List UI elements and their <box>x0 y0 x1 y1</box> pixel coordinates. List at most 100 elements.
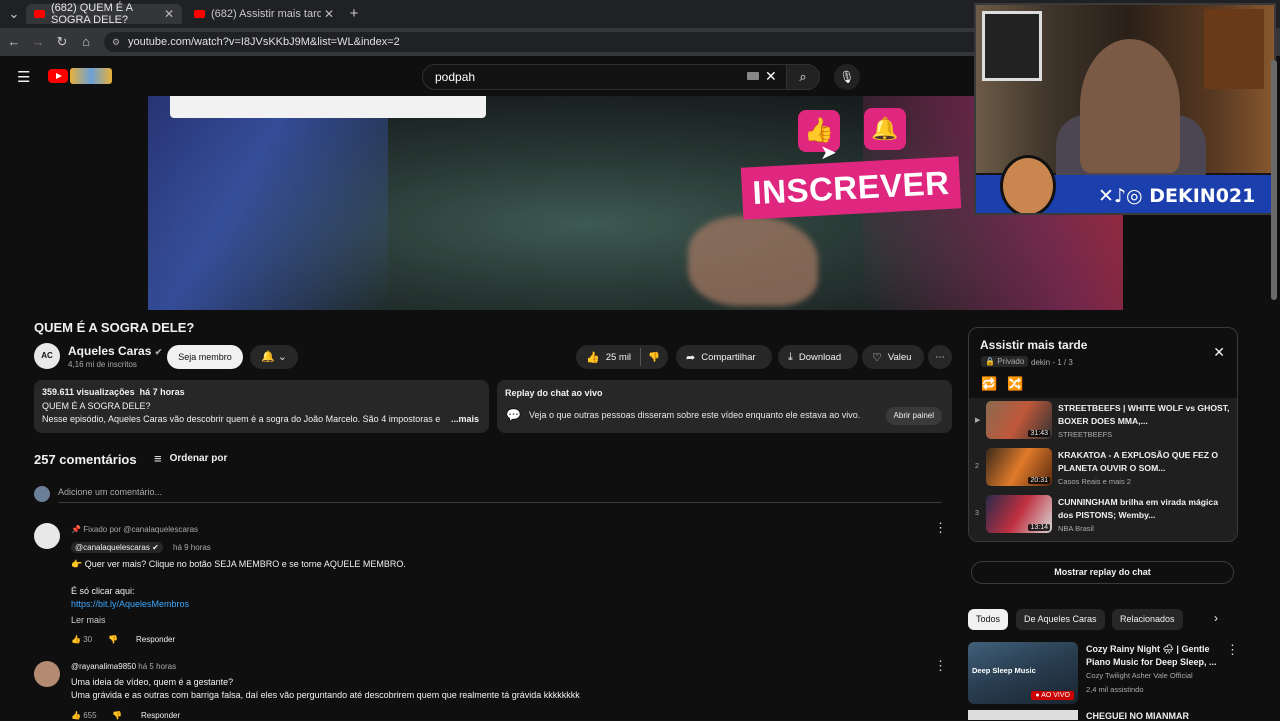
channel-avatar[interactable]: AC <box>34 343 60 369</box>
mouse-cursor-icon: ➤ <box>820 142 837 164</box>
recommended-thumbnail[interactable]: Deep Sleep Music ● AO VIVO <box>968 642 1078 704</box>
chat-icon: 💬 <box>506 408 521 422</box>
comment-text: Uma ideia de vídeo, quem é a gestante? <box>71 677 234 687</box>
search-input-value: podpah <box>435 70 476 84</box>
home-icon[interactable]: ⌂ <box>78 34 94 49</box>
bell-icon: 🔔 <box>261 351 275 363</box>
tab-watch-later-label: (682) Assistir mais tarde - YouTu <box>211 8 321 20</box>
lock-icon: 🔒 <box>985 357 995 366</box>
recommended-thumbnail[interactable] <box>968 710 1078 720</box>
comment-menu-icon[interactable]: ⋮ <box>934 658 947 674</box>
open-chat-panel-button[interactable]: Abrir painel <box>885 407 942 425</box>
verified-icon: ✔ <box>154 347 163 357</box>
description-more-link[interactable]: ...mais <box>451 413 479 427</box>
comment-text: 👉 Quer ver mais? Clique no botão SEJA ME… <box>71 559 406 569</box>
x-tiktok-instagram-icon: ✕♪◎ <box>1098 185 1150 207</box>
verified-icon: ✔ <box>152 543 159 552</box>
chip-related[interactable]: Relacionados <box>1112 609 1183 630</box>
show-chat-replay-button[interactable]: Mostrar replay do chat <box>971 561 1234 584</box>
new-tab-icon[interactable]: + <box>346 5 362 22</box>
share-button[interactable]: ➦ Compartilhar <box>676 345 772 369</box>
comment-menu-icon[interactable]: ⋮ <box>934 520 947 536</box>
chip-from-channel[interactable]: De Aqueles Caras <box>1016 609 1105 630</box>
comment-link[interactable]: https://bit.ly/AquelesMembros <box>71 599 189 609</box>
voice-search-button[interactable]: 🎙 <box>834 64 860 90</box>
doodle-logo[interactable] <box>70 68 112 84</box>
keyboard-icon[interactable] <box>747 72 759 80</box>
download-icon: ⤓ <box>788 350 793 363</box>
reply-button[interactable]: Responder <box>136 635 175 644</box>
comment-like-button[interactable]: 👍 30 <box>71 635 92 644</box>
close-icon[interactable]: ✕ <box>324 7 334 21</box>
playlist-item[interactable]: 3 13:14 CUNNINGHAM brilha em virada mági… <box>969 492 1237 538</box>
search-input[interactable]: podpah ✕ <box>422 64 790 90</box>
forward-icon[interactable]: → <box>30 34 46 49</box>
pinned-label: 📌 Fixado por @canalaquelescaras <box>71 525 199 534</box>
comment-author[interactable]: @canalaquelescaras ✔ <box>71 542 163 553</box>
comment-dislike-button[interactable]: 👎 <box>112 711 122 720</box>
comment-like-button[interactable]: 👍 655 <box>71 711 97 720</box>
webcam-overlay: ✕♪◎ DEKIN021 <box>974 3 1276 215</box>
add-comment-input[interactable]: Adicione um comentário... <box>58 487 162 497</box>
playlist-index: 2 <box>975 463 979 470</box>
wall-poster <box>1204 9 1264 89</box>
cartoon-avatar <box>1000 155 1056 213</box>
video-menu-icon[interactable]: ⋮ <box>1226 642 1239 658</box>
tab-video[interactable]: (682) QUEM É A SOGRA DELE? ✕ <box>26 2 182 26</box>
subscription-bell-button[interactable]: 🔔 ⌄ <box>250 345 298 369</box>
recommended-viewers: 2,4 mil assistindo <box>1086 685 1144 694</box>
tab-watch-later[interactable]: (682) Assistir mais tarde - YouTu ✕ <box>186 4 342 24</box>
playlist-item[interactable]: 2 20:31 KRAKATOA - A EXPLOSÃO QUE FEZ O … <box>969 445 1237 491</box>
tab-video-label: (682) QUEM É A SOGRA DELE? <box>51 2 133 26</box>
comment-author[interactable]: @rayanalima9850 há 5 horas <box>71 662 176 671</box>
reload-icon[interactable]: ↻ <box>54 34 70 50</box>
comment-time: há 9 horas <box>173 543 211 552</box>
chevron-down-icon: ⌄ <box>277 351 287 363</box>
description-box[interactable]: 359.611 visualizações há 7 horas QUEM É … <box>34 380 489 433</box>
read-more-link[interactable]: Ler mais <box>71 615 106 625</box>
pin-icon: 📌 <box>71 525 81 534</box>
back-icon[interactable]: ← <box>6 34 22 49</box>
menu-icon[interactable]: ☰ <box>17 68 30 86</box>
description-line2: Nesse episódio, Aqueles Caras vão descob… <box>42 414 442 424</box>
channel-name[interactable]: Aqueles Caras ✔ <box>68 344 162 358</box>
streamer <box>1080 39 1180 173</box>
clear-search-icon[interactable]: ✕ <box>765 68 777 85</box>
more-actions-button[interactable]: ⋯ <box>928 345 952 369</box>
youtube-logo-icon[interactable] <box>48 69 68 83</box>
chip-all[interactable]: Todos <box>968 609 1009 630</box>
playlist-item-title: CUNNINGHAM brilha em virada mágica dos P… <box>1058 497 1218 520</box>
thanks-button[interactable]: ♡ Valeu <box>862 345 924 369</box>
recommended-title[interactable]: Cozy Rainy Night 🌧 | Gentle Piano Music … <box>1086 643 1221 669</box>
recommended-channel[interactable]: Cozy Twilight Asher Vale Official <box>1086 671 1193 680</box>
shuffle-icon[interactable]: 🔀 <box>1007 376 1023 392</box>
close-icon[interactable]: ✕ <box>164 7 174 21</box>
comment-avatar[interactable] <box>34 523 60 549</box>
playlist-title[interactable]: Assistir mais tarde <box>980 338 1087 352</box>
thumbs-down-icon[interactable]: 👎 <box>648 352 660 363</box>
wall-poster <box>982 11 1042 81</box>
tab-search-icon[interactable]: ⌄ <box>6 6 22 22</box>
download-button[interactable]: ⤓ Download <box>778 345 858 369</box>
more-horizontal-icon: ⋯ <box>935 351 945 363</box>
close-icon[interactable]: ✕ <box>1213 344 1225 361</box>
thumbs-up-icon: 👍 <box>586 351 600 364</box>
playlist-progress: dekin - 1 / 3 <box>1031 358 1073 367</box>
comment-dislike-button[interactable]: 👎 <box>108 635 118 644</box>
search-button[interactable]: ⌕ <box>786 64 820 90</box>
like-button[interactable]: 👍 25 mil 👎 <box>576 345 668 369</box>
duration: 13:14 <box>1028 524 1050 531</box>
sort-comments-button[interactable]: ≡ Ordenar por <box>154 451 227 466</box>
join-button[interactable]: Seja membro <box>167 345 243 369</box>
page-scrollbar[interactable] <box>1271 60 1277 300</box>
playlist-item[interactable]: ▶ 31:43 STREETBEEFS | WHITE WOLF vs GHOS… <box>969 398 1237 444</box>
url-field[interactable]: ⚙ youtube.com/watch?v=I8JVsKKbJ9M&list=W… <box>104 32 984 52</box>
video-title: QUEM É A SOGRA DELE? <box>34 320 195 335</box>
playlist-item-channel: Casos Reais e mais 2 <box>1058 477 1131 486</box>
site-info-icon[interactable]: ⚙ <box>112 37 120 48</box>
loop-icon[interactable]: 🔁 <box>981 376 997 392</box>
chevron-right-icon[interactable]: › <box>1214 611 1218 625</box>
comment-avatar[interactable] <box>34 661 60 687</box>
reply-button[interactable]: Responder <box>141 711 180 720</box>
thumbnail-text: Deep Sleep Music <box>972 666 1036 675</box>
